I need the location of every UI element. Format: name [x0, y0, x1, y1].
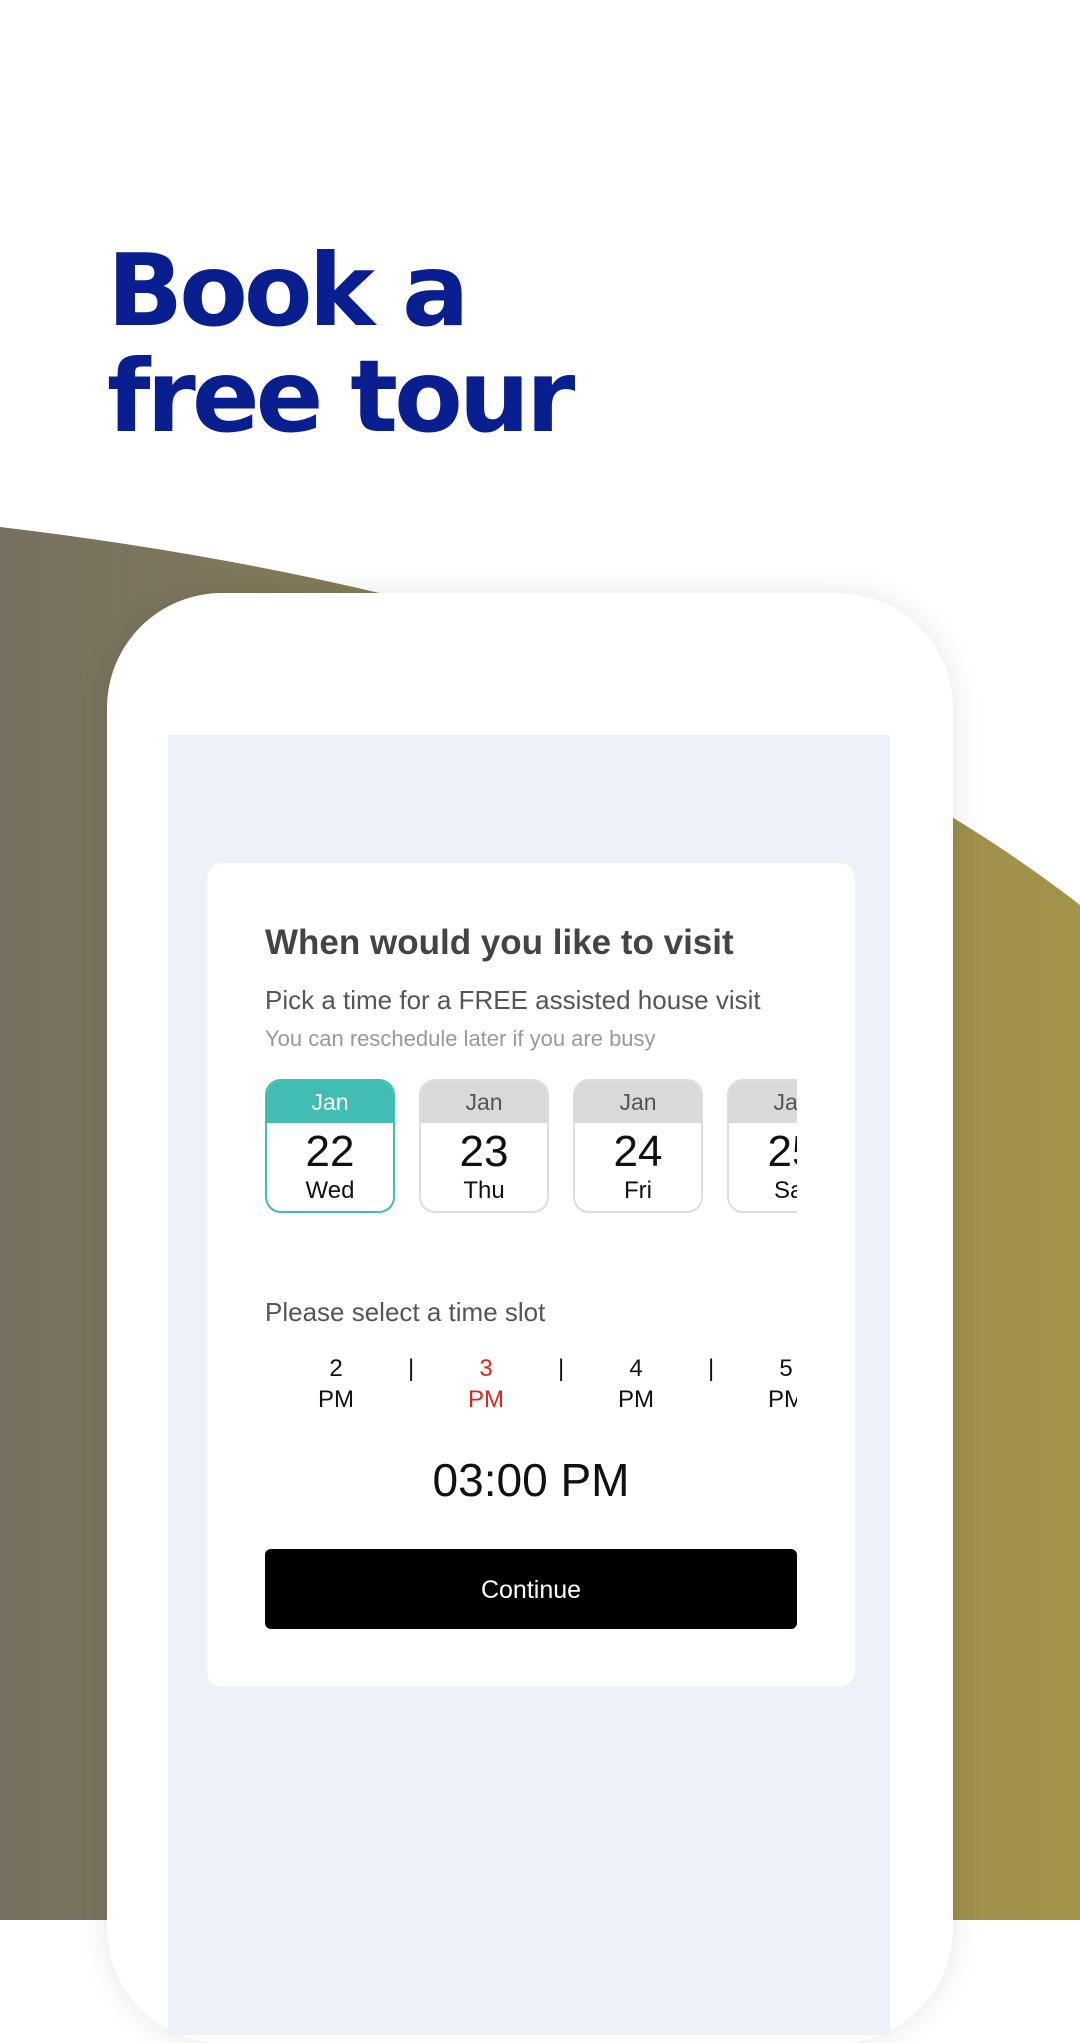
time-slot-picker[interactable]: 2 PM | 3 PM | 4 PM | 5 PM — [265, 1353, 797, 1423]
date-month: Jan — [267, 1081, 393, 1123]
time-slot[interactable]: 4 PM — [596, 1353, 676, 1415]
date-month: Jan — [421, 1081, 547, 1123]
time-slot-selected[interactable]: 3 PM — [446, 1353, 526, 1415]
date-card[interactable]: Jan 25 Sat — [727, 1079, 797, 1213]
booking-card: When would you like to visit Pick a time… — [207, 863, 855, 1687]
card-subtitle: Pick a time for a FREE assisted house vi… — [265, 985, 761, 1015]
slot-separator: | — [708, 1355, 715, 1382]
date-month: Jan — [575, 1081, 701, 1123]
date-day: 25 — [767, 1127, 797, 1176]
date-month: Jan — [729, 1081, 797, 1123]
date-weekday: Sat — [773, 1177, 797, 1204]
slot-separator: | — [408, 1355, 415, 1382]
selected-time: 03:00 PM — [432, 1454, 630, 1506]
date-card[interactable]: Jan 23 Thu — [419, 1079, 549, 1213]
reschedule-note: You can reschedule later if you are busy — [265, 1026, 656, 1051]
date-day: 23 — [459, 1127, 509, 1176]
hero-title: Book a free tour — [107, 232, 575, 455]
date-weekday: Fri — [624, 1177, 652, 1204]
continue-button[interactable]: Continue — [265, 1549, 797, 1629]
date-card[interactable]: Jan 22 Wed — [265, 1079, 395, 1213]
date-day: 22 — [305, 1127, 355, 1176]
slot-separator: | — [558, 1355, 565, 1382]
time-slot[interactable]: 2 PM — [296, 1353, 376, 1415]
card-title: When would you like to visit — [265, 923, 734, 962]
date-day: 24 — [613, 1127, 663, 1176]
time-slot[interactable]: 5 PM — [746, 1353, 797, 1415]
time-slot-label: Please select a time slot — [265, 1297, 546, 1327]
date-weekday: Thu — [463, 1177, 505, 1204]
date-picker[interactable]: Jan 22 Wed Jan 23 Thu Jan 24 Fri Jan 25 … — [265, 1079, 797, 1219]
date-weekday: Wed — [305, 1177, 355, 1204]
date-card[interactable]: Jan 24 Fri — [573, 1079, 703, 1213]
